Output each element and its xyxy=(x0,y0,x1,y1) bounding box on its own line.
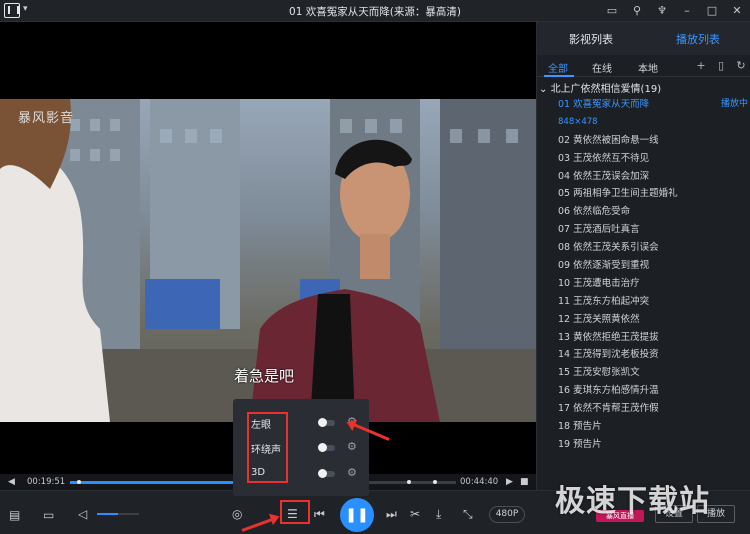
audio-option-toggle[interactable] xyxy=(318,443,335,452)
playlist-group-title: 北上广依然相信爱情(19) xyxy=(550,84,662,95)
tab-local[interactable]: 本地 xyxy=(638,60,658,75)
next-icon[interactable]: ⏭ xyxy=(386,506,397,522)
panel-tabs: 影视列表 播放列表 xyxy=(537,22,750,55)
progress-marker[interactable] xyxy=(77,480,81,484)
list-item[interactable]: 06 依然临危受命 xyxy=(558,203,748,221)
tab-playlist[interactable]: 播放列表 xyxy=(676,31,720,47)
current-time: 00:19:51 xyxy=(27,477,66,487)
app-logo-icon[interactable] xyxy=(4,3,20,18)
maximize-icon[interactable]: □ xyxy=(705,3,719,18)
list-item[interactable]: 02 黄依然被困命悬一线 xyxy=(558,132,748,150)
close-icon[interactable]: ✕ xyxy=(730,3,744,18)
toolbox-icon[interactable]: ▤ xyxy=(9,507,20,523)
playlist-group-header[interactable]: ⌄ 北上广依然相信爱情(19) xyxy=(539,80,661,95)
list-item[interactable]: 17 依然不肯帮王茂作假 xyxy=(558,400,748,418)
playlist-panel: 影视列表 播放列表 全部 在线 本地 + ▯ ↻ ⌄ 北上广依然相信爱情(19)… xyxy=(536,22,750,490)
list-item[interactable]: 19 预告片 xyxy=(558,436,748,454)
list-item[interactable]: 16 麦琪东方柏感情升温 xyxy=(558,382,748,400)
pause-button[interactable]: ❚❚ xyxy=(340,498,374,532)
list-item[interactable]: 11 王茂东方柏起冲突 xyxy=(558,293,748,311)
total-time: 00:44:40 xyxy=(460,477,499,487)
list-item[interactable]: 03 王茂依然互不待见 xyxy=(558,150,748,168)
tab-video-library[interactable]: 影视列表 xyxy=(569,31,613,47)
skin-icon[interactable]: ♆ xyxy=(655,3,669,18)
minimize-icon[interactable]: – xyxy=(680,3,694,18)
cut-icon[interactable]: ✂ xyxy=(410,506,420,522)
now-playing-tag: 播放中 xyxy=(720,99,748,109)
download-icon[interactable]: ⤓ xyxy=(436,506,441,522)
volume-icon[interactable]: ◁ xyxy=(78,506,87,522)
active-tab-underline xyxy=(544,75,574,77)
prev-icon[interactable]: ⏮ xyxy=(314,506,325,522)
resolution-badge[interactable]: 480P xyxy=(489,506,525,523)
list-item[interactable]: 08 依然王茂关系引误会 xyxy=(558,239,748,257)
loop-icon[interactable]: ↻ xyxy=(735,59,747,72)
rewind-icon[interactable]: ◀ xyxy=(8,474,15,490)
progress-marker[interactable] xyxy=(407,480,411,484)
volume-slider[interactable] xyxy=(97,513,139,515)
title-bar-buttons: ▭ ⚲ ♆ – □ ✕ xyxy=(605,3,744,18)
volume-fill xyxy=(97,513,118,515)
gear-icon[interactable]: ⚙ xyxy=(347,440,357,453)
playlist-tools: + ▯ ↻ xyxy=(695,59,747,72)
list-item-resolution: 848×478 xyxy=(558,116,598,127)
playlist-items: 01 欢喜冤家从天而降 播放中 848×478 02 黄依然被困命悬一线 03 王… xyxy=(558,96,748,454)
playlist-filter-tabs: 全部 在线 本地 + ▯ ↻ xyxy=(537,55,750,77)
site-watermark: 极速下载站 xyxy=(555,484,710,519)
audio-option-toggle[interactable] xyxy=(318,469,335,478)
gear-icon[interactable]: ⚙ xyxy=(347,466,357,479)
stop-icon[interactable]: ■ xyxy=(520,474,529,490)
list-item[interactable]: 13 黄依然拒绝王茂提拔 xyxy=(558,329,748,347)
progress-marker[interactable] xyxy=(433,480,437,484)
subtitle-text: 着急是吧 xyxy=(234,367,295,385)
chevron-down-icon: ⌄ xyxy=(539,84,551,95)
file-icon[interactable]: ▯ xyxy=(715,59,727,72)
list-item[interactable]: 01 欢喜冤家从天而降 播放中 xyxy=(558,96,748,114)
list-item[interactable]: 05 两祖相争卫生间主题婚礼 xyxy=(558,185,748,203)
list-item[interactable]: 10 王茂遭电击治疗 xyxy=(558,275,748,293)
list-item[interactable]: 07 王茂酒后吐真言 xyxy=(558,221,748,239)
list-item[interactable]: 15 王茂安慰张凯文 xyxy=(558,364,748,382)
annotation-box-equalizer xyxy=(280,500,310,524)
forward-icon[interactable]: ▶ xyxy=(506,474,513,490)
annotation-box-options xyxy=(247,412,288,483)
list-item[interactable]: 14 王茂得到沈老板投资 xyxy=(558,346,748,364)
folder-icon[interactable]: ▭ xyxy=(43,507,54,523)
tab-all[interactable]: 全部 xyxy=(548,60,568,75)
fullscreen-icon[interactable]: ⤡ xyxy=(463,506,473,522)
list-item[interactable]: 04 依然王茂误会加深 xyxy=(558,168,748,186)
audio-option-toggle[interactable] xyxy=(318,418,335,427)
3d-glasses-icon[interactable]: ◎ xyxy=(232,506,242,522)
menu-chevron-down-icon[interactable]: ▾ xyxy=(23,4,28,14)
list-item-label: 01 欢喜冤家从天而降 xyxy=(558,99,650,110)
list-item[interactable]: 09 依然逐渐受到重视 xyxy=(558,257,748,275)
list-item[interactable]: 18 预告片 xyxy=(558,418,748,436)
list-item[interactable]: 12 王茂关照黄依然 xyxy=(558,311,748,329)
tab-online[interactable]: 在线 xyxy=(592,60,612,75)
pause-icon: ❚❚ xyxy=(345,507,369,523)
add-icon[interactable]: + xyxy=(695,59,707,72)
progress-fill xyxy=(70,481,242,484)
player-watermark-logo: 暴风影音 xyxy=(18,111,75,126)
feedback-icon[interactable]: ▭ xyxy=(605,3,619,18)
title-bar: ▾ 01 欢喜冤家从天而降(来源：暴高清) ▭ ⚲ ♆ – □ ✕ xyxy=(0,0,750,22)
pin-icon[interactable]: ⚲ xyxy=(630,3,644,18)
video-frame: 暴风影音 着急是吧 xyxy=(0,99,536,422)
